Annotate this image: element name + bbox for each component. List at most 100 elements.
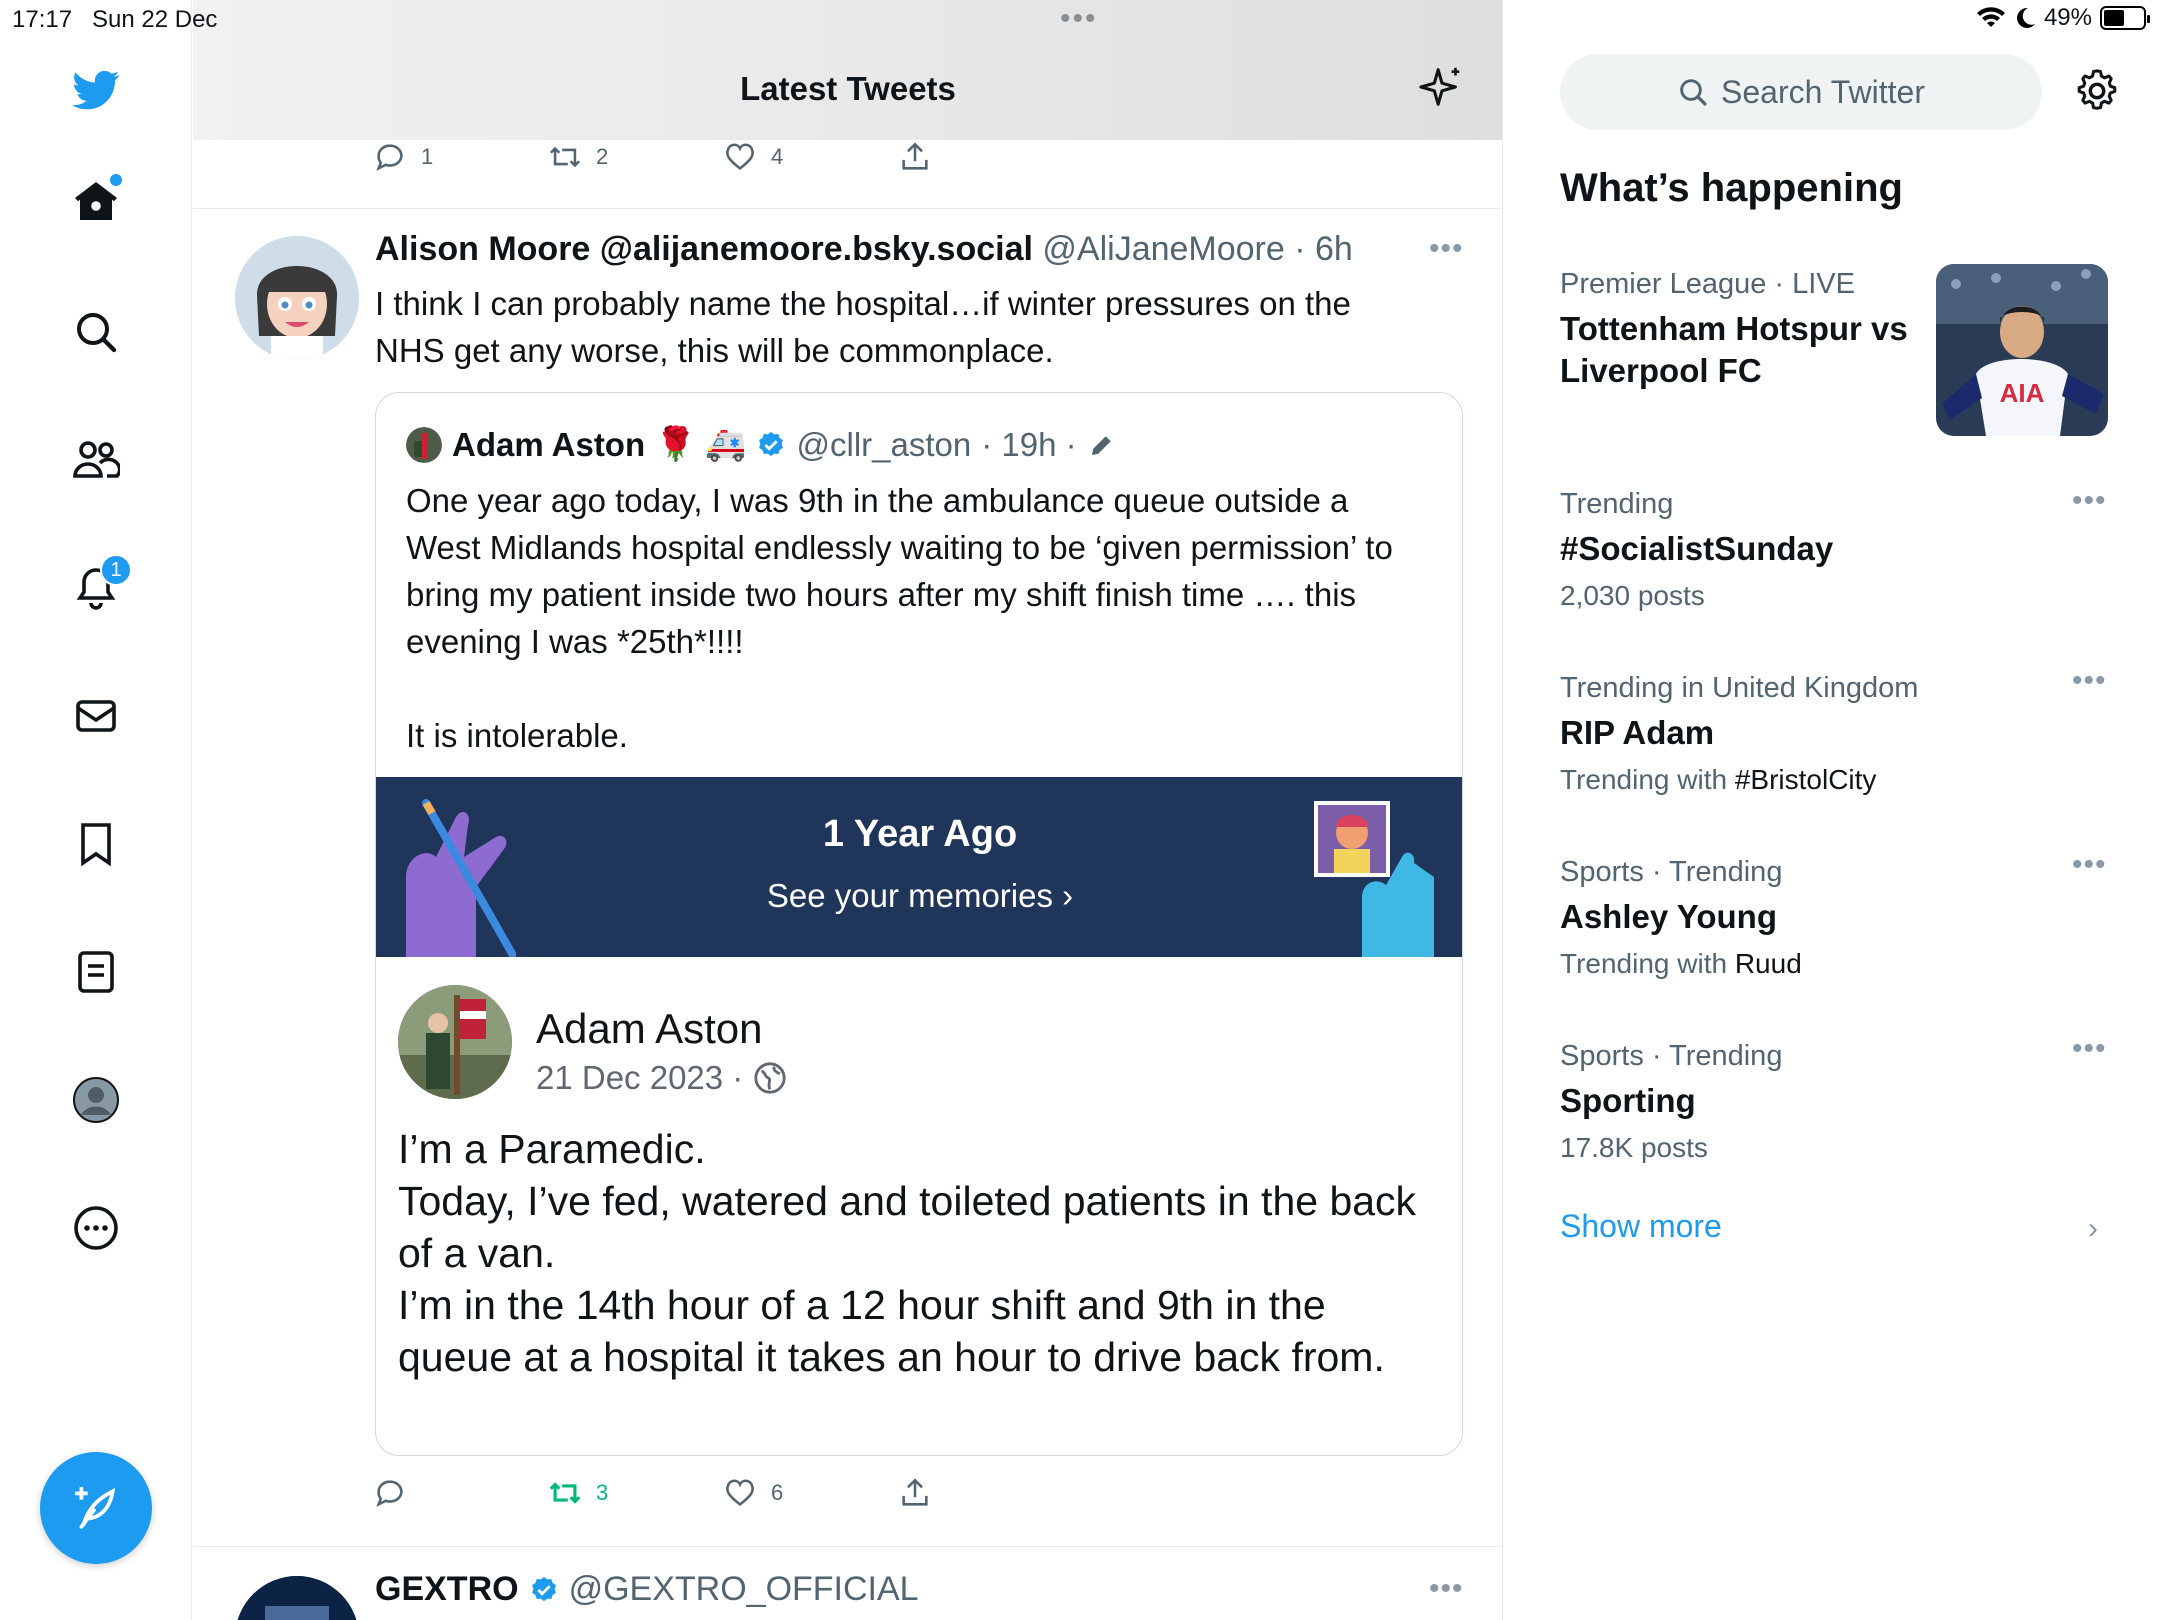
reply-icon — [376, 144, 403, 171]
tweet-author-handle[interactable]: @AliJaneMoore — [1042, 230, 1284, 268]
trend-meta: Sports · Trending — [1560, 1040, 1783, 1072]
tweet-divider — [193, 1546, 1502, 1547]
trend-item[interactable]: Trending in United Kingdom RIP Adam Tren… — [1560, 668, 2120, 800]
search-icon — [1680, 79, 1707, 106]
tweet2-author-name[interactable]: GEXTRO — [375, 1570, 519, 1609]
trend-thumbnail[interactable]: AIA — [1936, 264, 2108, 436]
memories-link[interactable]: See your memories › — [376, 877, 1462, 915]
trend-more-icon[interactable]: ••• — [2072, 1032, 2107, 1066]
trend-post-count: 2,030 posts — [1560, 580, 1705, 611]
messages-icon[interactable] — [64, 684, 128, 748]
trend-more-icon[interactable]: ••• — [2072, 664, 2107, 698]
tweet-header: Alison Moore @alijanemoore.bsky.social @… — [375, 230, 1353, 269]
fb-post-text: I’m a Paramedic. Today, I’ve fed, watere… — [398, 1126, 1417, 1380]
search-input[interactable]: Search Twitter — [1560, 54, 2042, 130]
search-icon[interactable] — [64, 300, 128, 364]
share-icon — [902, 142, 928, 170]
retweet-button[interactable]: 3 — [548, 1476, 723, 1510]
right-sidebar: Search Twitter What’s happening Premier … — [1504, 0, 2160, 1620]
show-more-link[interactable]: Show more — [1560, 1208, 1722, 1245]
trend-title: RIP Adam — [1560, 714, 1715, 751]
heart-icon — [726, 143, 754, 170]
tweet-divider — [193, 208, 1502, 209]
more-options-icon[interactable] — [64, 1196, 128, 1260]
share-icon — [902, 1478, 928, 1506]
share-button[interactable] — [898, 140, 1073, 174]
tweet-author-name[interactable]: Alison Moore @alijanemoore.bsky.social — [375, 230, 1033, 268]
trend-item[interactable]: Premier League · LIVE Tottenham Hotspur … — [1560, 264, 1920, 392]
retweet-count: 2 — [596, 144, 609, 169]
verified-badge-icon — [531, 1576, 556, 1601]
trend-meta: Trending in United Kingdom — [1560, 672, 1919, 704]
moon-icon — [2016, 7, 2035, 28]
status-date: Sun 22 Dec — [92, 6, 218, 33]
search-placeholder: Search Twitter — [1721, 73, 1925, 110]
trend-item[interactable]: Trending #SocialistSunday 2,030 posts — [1560, 484, 2120, 616]
reply-button[interactable]: 1 — [373, 140, 548, 174]
tweet2-more-icon[interactable]: ••• — [1429, 1572, 1464, 1606]
home-icon[interactable] — [64, 170, 128, 234]
verified-badge-icon — [759, 431, 784, 456]
sparkle-icon[interactable] — [1419, 64, 1465, 110]
trend-title: #SocialistSunday — [1560, 530, 1834, 567]
quoted-tweet-header: Adam Aston 🌹 🚑 @cllr_aston · 19h · — [406, 425, 1117, 464]
trend-title: Tottenham Hotspur vs Liverpool FC — [1560, 310, 1908, 389]
trend-more-icon[interactable]: ••• — [2072, 848, 2107, 882]
like-button[interactable]: 6 — [723, 1476, 898, 1510]
gextro-avatar[interactable] — [235, 1576, 359, 1620]
share-button[interactable] — [898, 1476, 1073, 1510]
trend-more-icon[interactable]: ••• — [2072, 484, 2107, 518]
retweet-icon — [549, 146, 581, 168]
compose-tweet-button[interactable] — [40, 1452, 152, 1564]
home-unread-dot — [110, 174, 122, 186]
edited-pencil-icon — [1091, 435, 1111, 455]
adam-small-avatar — [406, 426, 442, 463]
trend-title: Ashley Young — [1560, 898, 1777, 935]
like-button[interactable]: 4 — [723, 140, 898, 174]
memories-banner: 1 Year Ago See your memories › — [376, 777, 1462, 957]
trend-context: Trending with Ruud — [1560, 948, 1802, 979]
communities-icon[interactable] — [64, 428, 128, 492]
like-count: 4 — [771, 144, 784, 169]
bookmark-icon[interactable] — [64, 812, 128, 876]
trend-context: Trending with #BristolCity — [1560, 764, 1877, 795]
trend-title: Sporting — [1560, 1082, 1696, 1119]
status-time: 17:17 — [12, 6, 73, 33]
trend-item[interactable]: Sports · Trending Sporting 17.8K posts — [1560, 1036, 2120, 1168]
tweet-more-icon[interactable]: ••• — [1429, 232, 1464, 266]
like-count: 6 — [771, 1480, 784, 1505]
prev-tweet-actions: 1 2 4 — [373, 140, 1073, 174]
reply-icon — [376, 1480, 403, 1507]
fb-post-date-row: 21 Dec 2023 · — [536, 1059, 787, 1097]
settings-gear-icon[interactable] — [2074, 68, 2120, 114]
status-right: 49% — [1976, 4, 2150, 32]
trend-meta: Premier League · LIVE — [1560, 268, 1855, 300]
left-nav: 1 — [0, 0, 192, 1620]
trend-post-count: 17.8K posts — [1560, 1132, 1708, 1163]
trend-item[interactable]: Sports · Trending Ashley Young Trending … — [1560, 852, 2120, 984]
status-bar: 17:17 Sun 22 Dec ••• 49% — [0, 0, 2160, 38]
quoted-tweet-card[interactable]: Adam Aston 🌹 🚑 @cllr_aston · 19h · One y… — [375, 392, 1463, 1456]
quoted-author-name: Adam Aston — [452, 425, 646, 463]
battery-percent: 49% — [2043, 4, 2092, 31]
notifications-badge: 1 — [100, 554, 132, 586]
compose-feather-icon — [75, 1487, 116, 1529]
page-title: Latest Tweets — [740, 70, 956, 107]
retweet-button[interactable]: 2 — [548, 140, 723, 174]
tweet-actions: 3 6 — [373, 1476, 1073, 1510]
twitter-logo-icon[interactable] — [64, 58, 128, 122]
multitask-dots[interactable]: ••• — [1060, 2, 1098, 36]
quoted-author-handle: @cllr_aston — [796, 425, 972, 463]
chevron-right-icon: › — [2088, 1212, 2098, 1245]
alison-avatar[interactable] — [235, 236, 359, 360]
notifications-bell-icon[interactable]: 1 — [64, 554, 132, 620]
globe-icon — [754, 1062, 786, 1094]
fb-post-author: Adam Aston — [536, 1005, 763, 1052]
tweet2-author-handle[interactable]: @GEXTRO_OFFICIAL — [569, 1570, 919, 1609]
profile-avatar-icon[interactable] — [64, 1068, 128, 1132]
hand-photo-illustration — [1314, 801, 1434, 957]
quoted-tweet-time: · 19h · — [981, 425, 1077, 463]
lists-icon[interactable] — [64, 940, 128, 1004]
reply-button[interactable] — [373, 1476, 548, 1510]
timeline-column: Latest Tweets 1 2 4 Alison Moore @alijan… — [193, 0, 1503, 1620]
